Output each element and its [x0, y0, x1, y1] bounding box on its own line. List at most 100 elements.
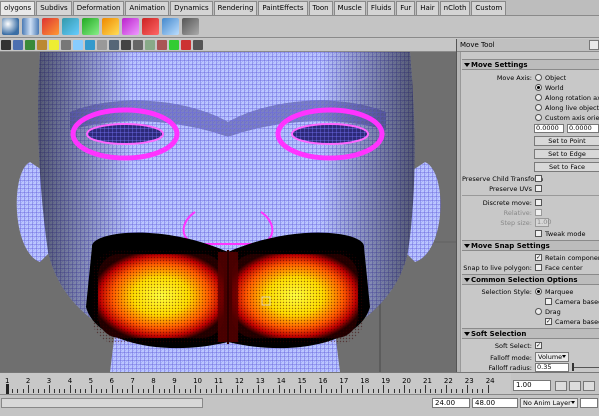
camera-based-paint-checkbox[interactable]: ✓	[545, 318, 552, 325]
cylinder-tool-icon[interactable]	[22, 18, 39, 35]
collapse-triangle-icon[interactable]	[464, 63, 470, 67]
shelf-tab[interactable]: Animation	[125, 1, 170, 15]
set-to-edge-button[interactable]: Set to Edge	[534, 149, 599, 159]
tweak-mode-checkbox[interactable]	[535, 230, 542, 237]
camera-icon[interactable]	[1, 40, 11, 50]
hud-icon[interactable]	[157, 40, 167, 50]
shelf-tab[interactable]: PaintEffects	[258, 1, 308, 15]
shelf-tab[interactable]: Subdivs	[36, 1, 72, 15]
timeline-minor-tick	[283, 389, 285, 393]
uv-tool-icon[interactable]	[182, 18, 199, 35]
radio-marquee[interactable]	[535, 288, 542, 295]
extrude-tool-icon[interactable]	[102, 18, 119, 35]
shelf-tab[interactable]: Toon	[308, 1, 333, 15]
xray-icon[interactable]	[73, 40, 83, 50]
timeline-tick	[48, 385, 50, 393]
shelf-tab[interactable]: Fur	[396, 1, 416, 15]
panel-scrollbar[interactable]	[457, 52, 461, 372]
set-to-face-button[interactable]: Set to Face	[534, 162, 599, 172]
step-back-icon[interactable]	[569, 381, 581, 391]
radio-drag[interactable]	[535, 308, 542, 315]
falloff-radius-field[interactable]: 0.35	[535, 363, 569, 372]
shelf-tab[interactable]: olygons	[0, 1, 36, 15]
light-icon[interactable]	[49, 40, 59, 50]
radio-custom-axis[interactable]	[535, 114, 542, 121]
shelf-tab[interactable]: nCloth	[439, 1, 471, 15]
current-frame-field[interactable]: 1.00	[513, 380, 551, 391]
range-bar[interactable]	[1, 398, 203, 408]
radio-object[interactable]	[535, 74, 542, 81]
radio-rotation-axis[interactable]	[535, 94, 542, 101]
range-end-field[interactable]: 48.00	[472, 398, 518, 408]
head-mesh-view[interactable]	[0, 52, 457, 372]
panel-grip-icon[interactable]	[589, 40, 599, 50]
snap-live-label: Snap to live polygon:	[463, 264, 532, 272]
radio-live-object-axis[interactable]	[535, 104, 542, 111]
collapse-triangle-icon[interactable]	[464, 332, 470, 336]
sphere-tool-icon[interactable]	[2, 18, 19, 35]
camera-based-selection-checkbox[interactable]	[545, 298, 552, 305]
collapse-triangle-icon[interactable]	[464, 244, 470, 248]
shelf-tab[interactable]: Dynamics	[170, 1, 213, 15]
falloff-mode-dropdown[interactable]: Volume	[535, 352, 569, 362]
grid-icon[interactable]	[97, 40, 107, 50]
play-back-icon[interactable]	[583, 381, 595, 391]
current-time-marker[interactable]	[6, 384, 9, 394]
timeline-minor-tick	[273, 389, 275, 393]
isolate-icon[interactable]	[85, 40, 95, 50]
move-settings-header[interactable]: Move Settings	[462, 59, 599, 70]
timeline-tick-label: 15	[297, 377, 307, 385]
deform-tool-icon[interactable]	[42, 18, 59, 35]
timeline-tick	[111, 385, 113, 393]
time-ruler[interactable]: 1 2 3 4 5 6 7 8 9 10 11 12 13 14 15 16 17 18 19 20 21 22 23 24	[0, 373, 511, 395]
preserve-child-checkbox[interactable]	[535, 175, 542, 182]
playblast-icon[interactable]	[193, 40, 203, 50]
timeline-tick	[90, 385, 92, 393]
radio-world[interactable]	[535, 84, 542, 91]
face-center-checkbox[interactable]	[535, 264, 542, 271]
wireframe-icon[interactable]	[13, 40, 23, 50]
shelf-tab[interactable]: Rendering	[213, 1, 258, 15]
soft-select-checkbox[interactable]: ✓	[535, 342, 542, 349]
shelf-tab[interactable]: Fluids	[366, 1, 396, 15]
preserve-uvs-checkbox[interactable]	[535, 185, 542, 192]
shelf-tab[interactable]: Muscle	[333, 1, 366, 15]
frame-all-icon[interactable]	[109, 40, 119, 50]
split-tool-icon[interactable]	[82, 18, 99, 35]
shelf-tab[interactable]: Hair	[416, 1, 439, 15]
shaded-icon[interactable]	[25, 40, 35, 50]
timeline-minor-tick	[242, 389, 244, 393]
custom-axis-y-field[interactable]: 0.0000	[567, 124, 599, 133]
shelf-tab[interactable]: Custom	[471, 1, 507, 15]
smooth-tool-icon[interactable]	[142, 18, 159, 35]
soft-selection-header[interactable]: Soft Selection	[462, 328, 599, 339]
merge-tool-icon[interactable]	[162, 18, 179, 35]
discrete-move-checkbox[interactable]	[535, 199, 542, 206]
shadow-icon[interactable]	[61, 40, 71, 50]
custom-axis-x-field[interactable]: 0.0000	[534, 124, 564, 133]
go-to-start-icon[interactable]	[555, 381, 567, 391]
timeline-minor-tick	[346, 389, 348, 393]
falloff-radius-slider[interactable]	[572, 367, 599, 368]
range-start-field[interactable]: 24.00	[432, 398, 470, 408]
3d-viewport[interactable]	[0, 39, 457, 372]
texture-icon[interactable]	[37, 40, 47, 50]
set-to-point-button[interactable]: Set to Point	[534, 136, 599, 146]
film-gate-icon[interactable]	[133, 40, 143, 50]
resolution-gate-icon[interactable]	[121, 40, 131, 50]
combine-tool-icon[interactable]	[62, 18, 79, 35]
anim-layer-dropdown[interactable]: No Anim Layer	[520, 398, 578, 408]
retain-spacing-checkbox[interactable]: ✓	[535, 254, 542, 261]
snapshot-icon[interactable]	[181, 40, 191, 50]
move-snap-header[interactable]: Move Snap Settings	[462, 240, 599, 251]
character-set-field[interactable]	[580, 398, 598, 408]
safe-action-icon[interactable]	[145, 40, 155, 50]
shelf-tab[interactable]: Deformation	[72, 1, 125, 15]
bevel-tool-icon[interactable]	[122, 18, 139, 35]
bookmark-icon[interactable]	[169, 40, 179, 50]
time-slider[interactable]: 1 2 3 4 5 6 7 8 9 10 11 12 13 14 15 16 17 18 19 20 21 22 23 24 …	[0, 372, 599, 395]
collapse-triangle-icon[interactable]	[464, 278, 470, 282]
slider-handle[interactable]	[572, 363, 574, 371]
common-selection-header[interactable]: Common Selection Options	[462, 274, 599, 285]
timeline-minor-tick	[304, 389, 306, 393]
